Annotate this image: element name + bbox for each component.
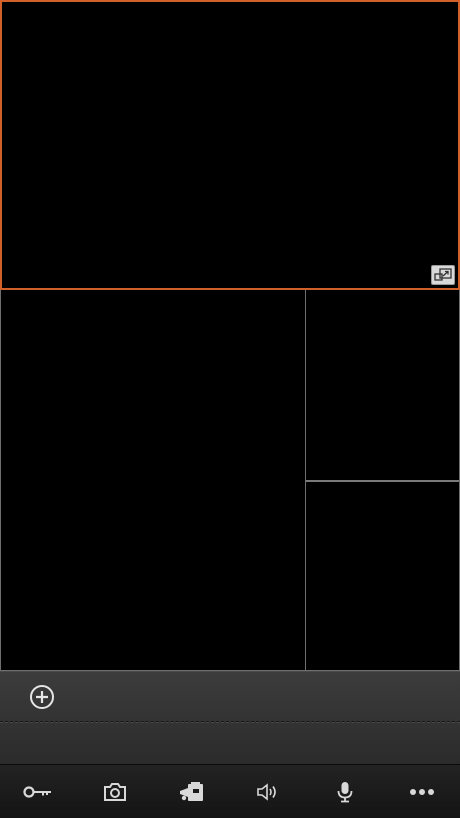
more-button[interactable] xyxy=(399,772,445,812)
unlock-button[interactable] xyxy=(15,772,61,812)
record-button[interactable] xyxy=(169,772,215,812)
fullscreen-button[interactable] xyxy=(431,265,455,285)
video-tile-3[interactable] xyxy=(306,290,460,481)
add-device-button[interactable] xyxy=(29,684,55,710)
video-tile-1[interactable] xyxy=(0,0,460,290)
video-tile-4[interactable] xyxy=(306,480,460,671)
device-panel xyxy=(0,671,460,764)
camera-icon xyxy=(103,782,126,801)
more-icon xyxy=(409,788,434,795)
microphone-icon xyxy=(337,781,353,802)
talk-button[interactable] xyxy=(322,772,368,812)
plus-circle-icon xyxy=(30,685,54,709)
fullscreen-toggle-icon xyxy=(434,268,452,281)
live-view-screen xyxy=(0,0,460,818)
audio-button[interactable] xyxy=(245,772,291,812)
video-tile-2[interactable] xyxy=(0,290,306,671)
snapshot-button[interactable] xyxy=(92,772,138,812)
speaker-icon xyxy=(257,782,277,801)
bottom-toolbar xyxy=(0,764,460,818)
video-camera-icon xyxy=(179,781,203,801)
key-icon xyxy=(23,785,52,798)
panel-divider xyxy=(0,721,460,723)
